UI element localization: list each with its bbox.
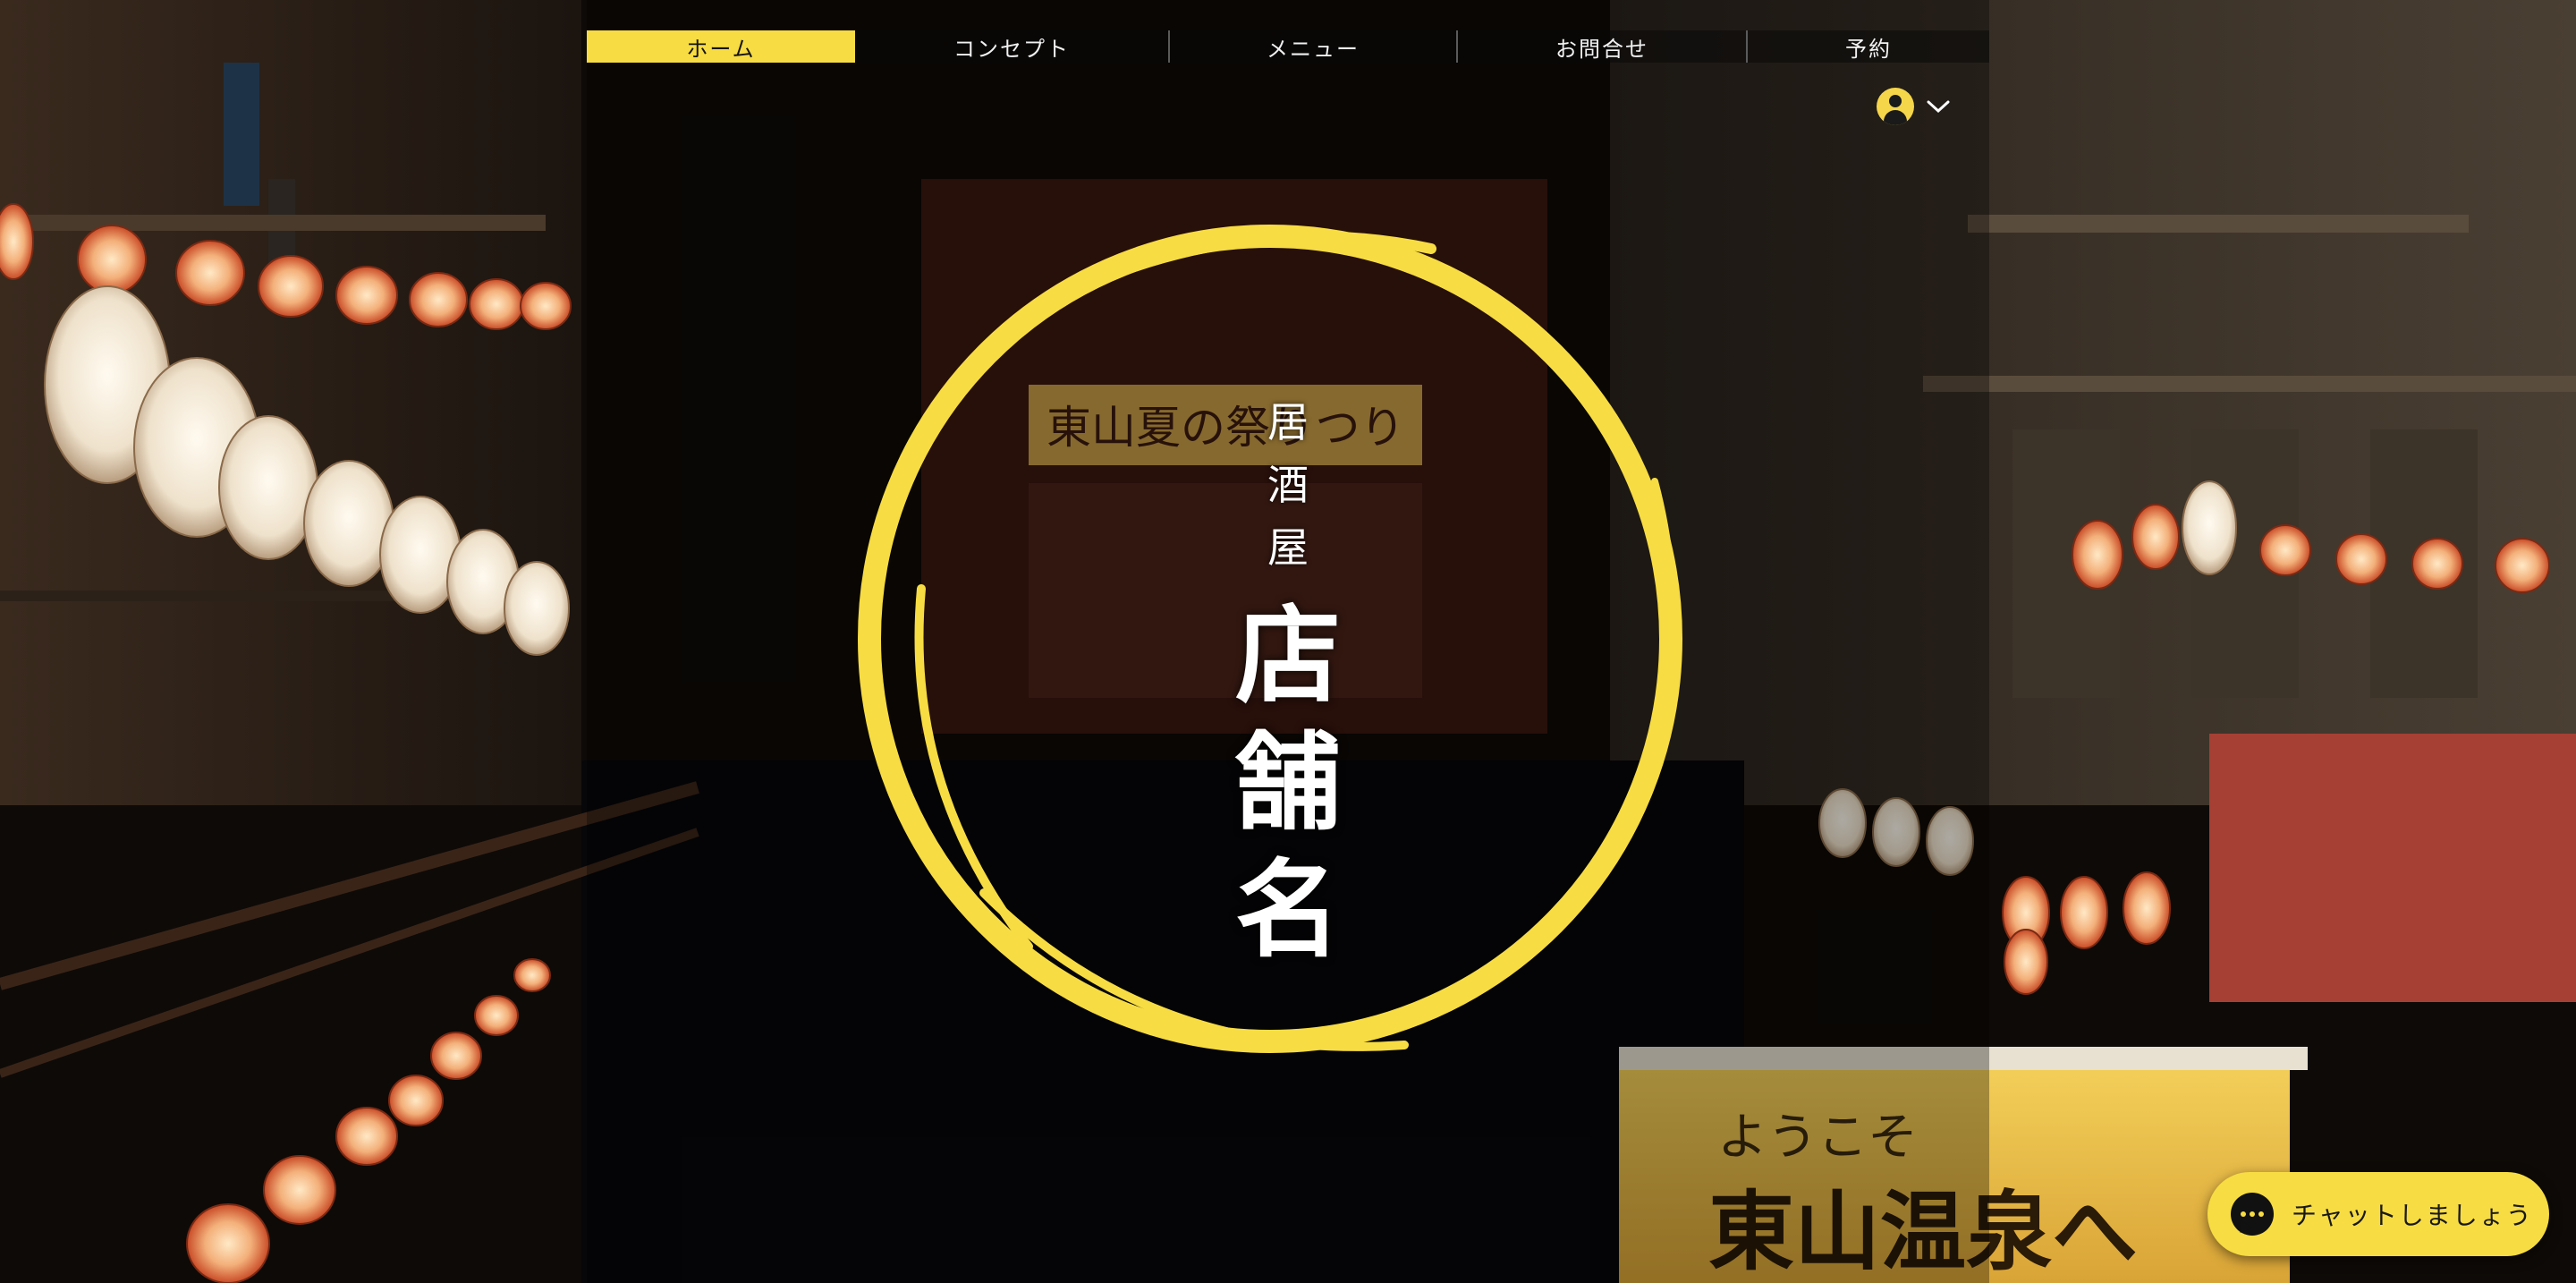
nav-item-reservation-label: 予約 — [1845, 36, 1892, 62]
nav-item-contact[interactable]: お問合せ — [1456, 30, 1746, 63]
account-menu[interactable] — [1877, 86, 1957, 127]
logo-title-char-3: 名 — [1234, 847, 1341, 972]
logo-subtitle-char-3: 屋 — [1267, 523, 1309, 572]
logo-subtitle-char-2: 酒 — [1267, 461, 1309, 509]
nav-item-concept-label: コンセプト — [953, 36, 1070, 62]
logo-title: 店 舗 名 — [1225, 596, 1351, 970]
main-nav: ホーム コンセプト メニュー お問合せ 予約 — [587, 30, 1989, 63]
chat-button[interactable]: チャットしましょう — [2207, 1172, 2549, 1256]
logo-subtitle: 居 酒 屋 — [1263, 399, 1313, 571]
nav-item-reservation[interactable]: 予約 — [1746, 30, 1989, 63]
chat-button-label: チャットしましょう — [2292, 1201, 2533, 1230]
nav-item-home[interactable]: ホーム — [587, 30, 855, 63]
logo-subtitle-char-1: 居 — [1267, 398, 1309, 446]
nav-item-menu[interactable]: メニュー — [1168, 30, 1456, 63]
logo-title-char-2: 舗 — [1234, 720, 1341, 845]
logo-title-char-1: 店 — [1234, 593, 1341, 718]
nav-item-menu-label: メニュー — [1267, 36, 1360, 62]
nav-item-home-label: ホーム — [686, 36, 756, 62]
chat-bubble-icon — [2231, 1193, 2274, 1237]
nav-item-concept[interactable]: コンセプト — [855, 30, 1168, 63]
nav-item-contact-label: お問合せ — [1555, 36, 1648, 62]
chevron-down-icon — [1927, 100, 1950, 114]
user-avatar-icon — [1877, 88, 1914, 125]
